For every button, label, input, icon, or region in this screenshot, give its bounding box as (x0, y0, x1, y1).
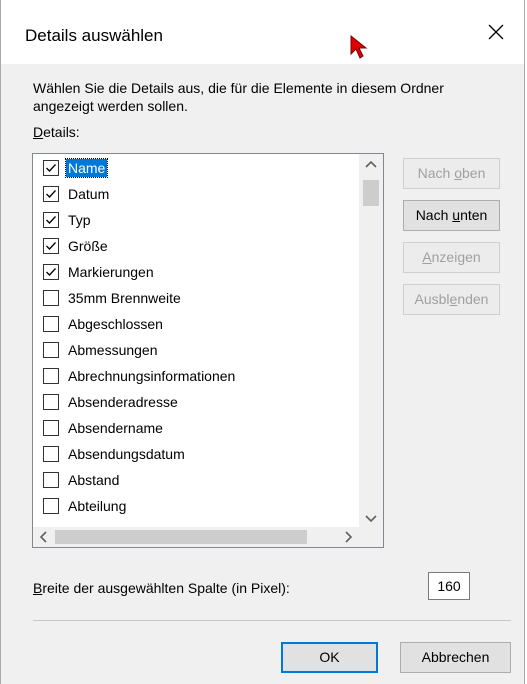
checkbox[interactable] (43, 472, 59, 488)
divider (33, 620, 511, 621)
list-item[interactable]: Abrechnungsinformationen (33, 364, 357, 390)
list-item-label: Größe (68, 238, 108, 254)
list-item-label: Name (64, 158, 109, 178)
checkbox[interactable] (43, 420, 59, 436)
move-down-button[interactable]: Nach unten (403, 200, 500, 231)
list-item-label: Absendungsdatum (68, 446, 185, 462)
checkbox[interactable] (43, 394, 59, 410)
checkbox[interactable] (43, 342, 59, 358)
list-item[interactable]: Datum (33, 182, 357, 208)
list-item-label: Abgeschlossen (68, 316, 163, 332)
cancel-button[interactable]: Abbrechen (400, 642, 511, 673)
column-width-input[interactable]: 160 (428, 572, 470, 600)
scroll-left-icon[interactable] (33, 527, 55, 547)
list-item[interactable]: 35mm Brennweite (33, 286, 357, 312)
checkbox[interactable] (43, 186, 59, 202)
horizontal-scrollbar[interactable] (33, 527, 383, 547)
list-item[interactable]: Abstand (33, 468, 357, 494)
list-item-label: 35mm Brennweite (68, 290, 181, 306)
list-item-label: Abmessungen (68, 342, 158, 358)
list-item[interactable]: Typ (33, 208, 357, 234)
checkbox[interactable] (43, 446, 59, 462)
checkbox[interactable] (43, 368, 59, 384)
hide-button[interactable]: Ausblenden (403, 284, 500, 315)
list-item-label: Datum (68, 186, 110, 202)
list-item[interactable]: Abgeschlossen (33, 312, 357, 338)
checkbox[interactable] (43, 212, 59, 228)
scroll-right-icon[interactable] (337, 527, 359, 547)
ok-button[interactable]: OK (281, 642, 378, 673)
details-dialog: Details auswählen Wählen Sie die Details… (0, 0, 525, 684)
checkbox[interactable] (43, 238, 59, 254)
list-item-label: Markierungen (68, 264, 154, 280)
checkbox[interactable] (43, 264, 59, 280)
list-item[interactable]: Abmessungen (33, 338, 357, 364)
scroll-up-icon[interactable] (359, 154, 383, 176)
column-width-label: Breite der ausgewählten Spalte (in Pixel… (33, 580, 290, 596)
details-listbox[interactable]: Name Datum Typ Größe Markierungen 35mm Brennw… (32, 153, 384, 548)
checkbox[interactable] (43, 160, 59, 176)
list-item-label: Absendername (68, 420, 163, 436)
list-item-label: Absenderadresse (68, 394, 178, 410)
list-item[interactable]: Markierungen (33, 260, 357, 286)
checkbox[interactable] (43, 290, 59, 306)
list-item-label: Abteilung (68, 498, 127, 514)
list-item[interactable]: Absendungsdatum (33, 442, 357, 468)
list-item[interactable]: Größe (33, 234, 357, 260)
dialog-description: Wählen Sie die Details aus, die für die … (33, 80, 444, 114)
close-icon[interactable] (480, 16, 512, 48)
list-item[interactable]: Absenderadresse (33, 390, 357, 416)
scroll-down-icon[interactable] (359, 507, 383, 529)
list-item-label: Abstand (68, 472, 120, 488)
show-button[interactable]: Anzeigen (403, 242, 500, 273)
title-bar: Details auswählen (1, 0, 524, 64)
list-item-label: Typ (68, 212, 91, 228)
vertical-scroll-thumb[interactable] (363, 180, 379, 206)
horizontal-scroll-thumb[interactable] (55, 530, 307, 544)
move-up-button[interactable]: Nach oben (403, 158, 500, 189)
list-item-label: Abrechnungsinformationen (68, 368, 236, 384)
checkbox[interactable] (43, 316, 59, 332)
list-item[interactable]: Name (33, 156, 357, 182)
details-label: Details: (33, 124, 80, 140)
list-item[interactable]: Absendername (33, 416, 357, 442)
mouse-cursor-icon (349, 34, 371, 60)
details-list-items: Name Datum Typ Größe Markierungen 35mm Brennw… (33, 156, 357, 520)
dialog-title: Details auswählen (25, 26, 163, 45)
checkbox[interactable] (43, 498, 59, 514)
vertical-scrollbar[interactable] (359, 154, 383, 529)
list-item[interactable]: Abteilung (33, 494, 357, 520)
